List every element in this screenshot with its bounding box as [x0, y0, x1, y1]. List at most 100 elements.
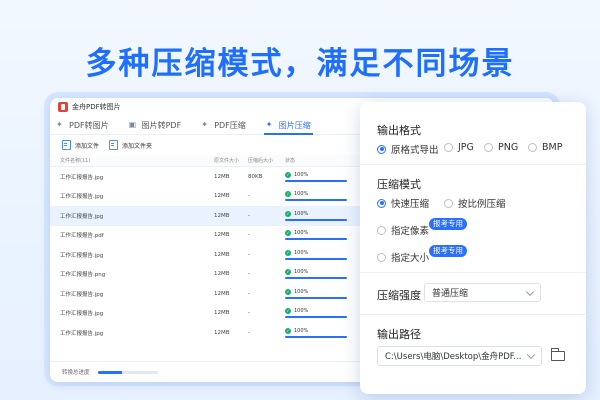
- out-size: -: [248, 193, 250, 200]
- radio-label: BMP: [542, 142, 563, 153]
- orig-size: 12MB: [214, 251, 230, 258]
- section-divider: [360, 272, 586, 273]
- tab-pdf-compress[interactable]: ✦ PDF压缩: [199, 116, 248, 134]
- status-text: 100%: [294, 249, 309, 256]
- check-icon: ✓: [285, 288, 291, 295]
- file-name: 工作汇报报告.jpg: [60, 213, 104, 220]
- status-text: 100%: [294, 269, 309, 276]
- radio-checked-icon: [377, 144, 386, 154]
- strength-value: 普通压缩: [432, 289, 469, 299]
- format-jpg-radio[interactable]: JPG: [444, 142, 474, 153]
- format-original-radio[interactable]: 原格式导出: [377, 142, 439, 156]
- radio-label: 原格式导出: [391, 145, 439, 156]
- add-folder-button[interactable]: 添加文件夹: [109, 140, 152, 150]
- radio-checked-icon: [377, 198, 386, 208]
- mode-size-radio[interactable]: 指定大小: [377, 250, 429, 264]
- format-bmp-radio[interactable]: BMP: [528, 142, 562, 153]
- check-icon: ✓: [285, 230, 291, 237]
- section-divider: [360, 314, 586, 315]
- file-name: 工作汇报报告.jpg: [60, 291, 104, 298]
- file-name: 工作汇报报告.jpg: [60, 252, 104, 259]
- header-orig-size[interactable]: 原文件大小: [214, 157, 248, 164]
- file-name: 工作汇报报告.jpg: [60, 174, 104, 181]
- format-png-radio[interactable]: PNG: [484, 142, 518, 153]
- row-progress-bar: [285, 335, 347, 338]
- orig-size: 12MB: [214, 232, 230, 239]
- compress-mode-title: 压缩模式: [377, 178, 421, 191]
- image-compress-icon: ✦: [265, 120, 273, 129]
- header-out-size[interactable]: 压缩后大小: [248, 157, 285, 164]
- exam-badge: 报考专用: [429, 245, 467, 257]
- strength-label: 压缩强度: [377, 289, 421, 302]
- chevron-down-icon: [526, 350, 536, 360]
- header-file-name[interactable]: 文件名称(11): [60, 157, 214, 164]
- status-text: 100%: [294, 308, 309, 315]
- app-logo-icon: [58, 102, 68, 112]
- header-status[interactable]: 状态: [285, 157, 365, 164]
- strength-select[interactable]: 普通压缩: [424, 283, 541, 302]
- row-progress-bar: [285, 179, 347, 182]
- status-cell: ✓ 100%: [285, 191, 365, 202]
- orig-size: 12MB: [214, 212, 230, 219]
- check-icon: ✓: [285, 191, 291, 198]
- radio-label: 指定像素: [391, 226, 430, 237]
- check-icon: ✓: [285, 308, 291, 315]
- radio-label: 快速压缩: [391, 199, 430, 210]
- tab-label: PDF压缩: [214, 120, 246, 130]
- radio-label: 指定大小: [391, 253, 430, 264]
- file-name: 工作汇报报告.png: [60, 272, 106, 279]
- out-size: 80KB: [248, 173, 263, 180]
- file-name: 工作汇报报告.jpg: [60, 330, 104, 337]
- mode-ratio-radio[interactable]: 按比例压缩: [444, 196, 506, 210]
- tab-image-compress[interactable]: ✦ 图片压缩: [263, 116, 313, 135]
- out-size: -: [248, 212, 250, 219]
- radio-label: JPG: [458, 142, 474, 153]
- image-icon: ▣: [128, 120, 137, 129]
- status-text: 100%: [294, 191, 309, 198]
- mode-pixel-radio[interactable]: 指定像素: [377, 223, 429, 237]
- radio-unchecked-icon: [528, 143, 537, 152]
- radio-label: 按比例压缩: [458, 199, 506, 210]
- output-format-title: 输出格式: [377, 124, 421, 137]
- section-divider: [360, 164, 586, 165]
- row-progress-bar: [285, 199, 347, 202]
- tab-image-to-pdf[interactable]: ▣ 图片转PDF: [127, 116, 184, 134]
- tab-label: 图片转PDF: [141, 120, 182, 130]
- row-progress-bar: [285, 218, 347, 221]
- status-cell: ✓ 100%: [285, 288, 365, 299]
- status-cell: ✓ 100%: [285, 230, 365, 241]
- out-size: -: [248, 251, 250, 258]
- pdf-icon: ✦: [56, 120, 63, 129]
- check-icon: ✓: [285, 249, 291, 256]
- radio-unchecked-icon: [377, 225, 386, 235]
- orig-size: 12MB: [214, 173, 230, 180]
- mode-fast-radio[interactable]: 快速压缩: [377, 196, 429, 210]
- status-cell: ✓ 100%: [285, 308, 365, 319]
- total-progress-label: 转换总进度: [62, 370, 90, 376]
- radio-unchecked-icon: [444, 143, 453, 152]
- tab-label: PDF转图片: [69, 120, 109, 130]
- tab-pdf-to-image[interactable]: ✦ PDF转图片: [54, 116, 111, 134]
- out-size: -: [248, 290, 250, 297]
- add-file-button[interactable]: 添加文件: [62, 140, 99, 150]
- status-cell: ✓ 100%: [285, 171, 365, 182]
- out-size: -: [248, 271, 250, 278]
- check-icon: ✓: [285, 269, 291, 276]
- row-progress-bar: [285, 257, 347, 260]
- file-name: 工作汇报报告.jpg: [60, 194, 104, 201]
- exam-badge: 报考专用: [429, 218, 467, 230]
- row-progress-bar: [285, 238, 347, 241]
- folder-open-icon[interactable]: [551, 348, 565, 361]
- radio-unchecked-icon: [484, 143, 493, 152]
- chevron-down-icon: [525, 287, 535, 296]
- app-title: 金舟PDF转图片: [72, 103, 121, 111]
- orig-size: 12MB: [214, 290, 230, 297]
- status-cell: ✓ 100%: [285, 327, 365, 338]
- status-cell: ✓ 100%: [285, 249, 365, 260]
- add-folder-label: 添加文件夹: [122, 142, 153, 150]
- total-progress-fill: [97, 370, 122, 374]
- total-progress-bar: [97, 370, 158, 374]
- output-path-select[interactable]: C:\Users\电脑\Desktop\金舟PDF...: [377, 346, 542, 366]
- radio-unchecked-icon: [377, 252, 386, 262]
- status-text: 100%: [294, 230, 309, 237]
